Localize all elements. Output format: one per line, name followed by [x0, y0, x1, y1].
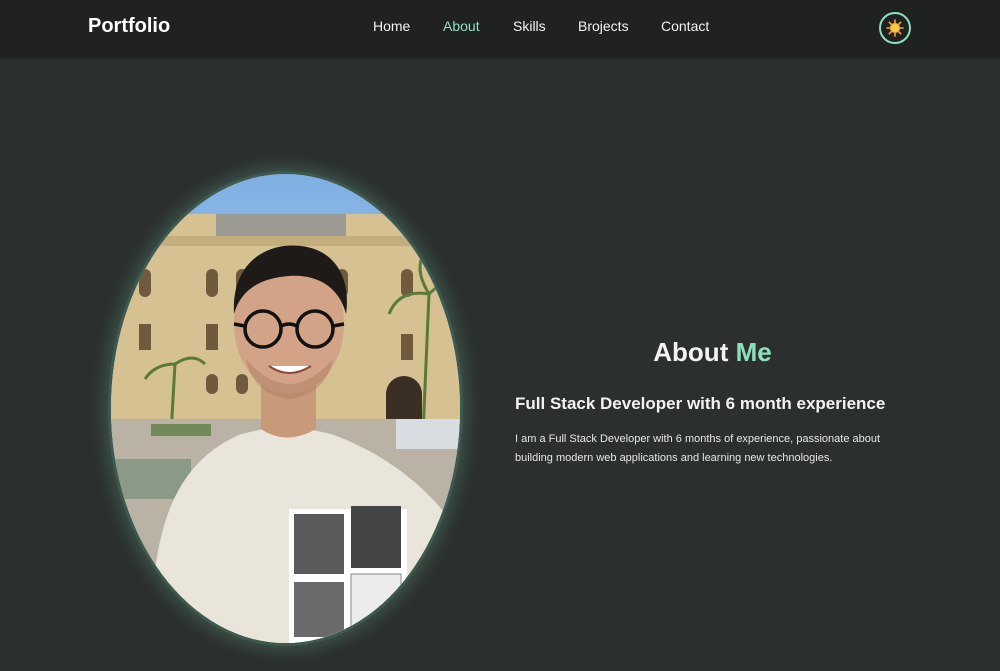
profile-photo-frame [108, 171, 463, 646]
theme-toggle-button[interactable] [879, 12, 911, 44]
nav-link-skills[interactable]: Skills [513, 18, 546, 34]
about-title-main: About [653, 337, 729, 367]
nav-link-home[interactable]: Home [373, 18, 410, 34]
nav-link-projects[interactable]: Brojects [578, 18, 629, 34]
sun-icon [886, 19, 904, 37]
nav-link-about[interactable]: About [443, 18, 480, 34]
about-subtitle: Full Stack Developer with 6 month experi… [515, 394, 886, 413]
about-title-accent: Me [735, 337, 772, 367]
about-description: I am a Full Stack Developer with 6 month… [515, 433, 881, 464]
about-title: About Me [515, 337, 910, 368]
nav-link-contact[interactable]: Contact [661, 18, 709, 34]
profile-photo [108, 171, 463, 646]
nav-links: Home About Skills Brojects Contact [0, 18, 1000, 38]
navbar: Portfolio Home About Skills Brojects Con… [0, 0, 1000, 59]
